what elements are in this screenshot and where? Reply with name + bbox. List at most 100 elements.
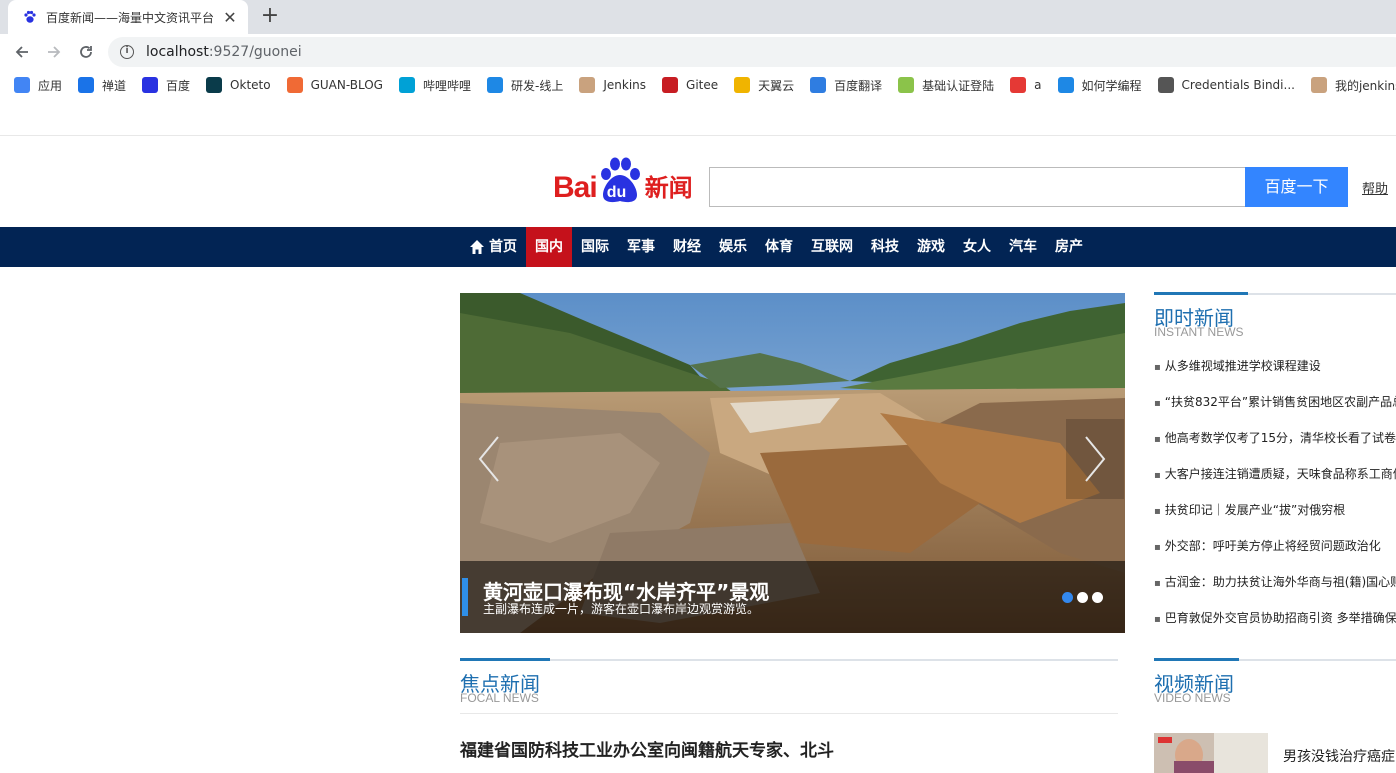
video-thumbnail[interactable] <box>1154 733 1268 773</box>
help-link[interactable]: 帮助 <box>1362 178 1388 197</box>
instant-news-item[interactable]: ▪ 巴育敦促外交官员协助招商引资 多举措确保外 <box>1154 602 1396 638</box>
nav-item[interactable]: 互联网 <box>802 227 862 267</box>
instant-news-item[interactable]: ▪ 他高考数学仅考了15分，清华校长看了试卷后 <box>1154 422 1396 458</box>
bookmark-label: 哔哩哔哩 <box>422 78 471 93</box>
nav-item-label: 国内 <box>535 239 563 255</box>
divider <box>0 135 1396 136</box>
category-nav: 首页 国内 国际 军事 财经 娱乐 体育 互联网 科技 游戏 女人 汽车 房产 <box>0 227 1396 267</box>
bookmark-item[interactable]: 百度 <box>142 77 190 94</box>
nav-item[interactable]: 汽车 <box>1000 227 1046 267</box>
jenkins-icon <box>1310 77 1327 93</box>
search-input[interactable] <box>709 167 1246 207</box>
video-news-item-title[interactable]: 男孩没钱治疗癌症 <box>1283 746 1395 766</box>
instant-news-item[interactable]: ▪ 扶贫印记｜发展产业“拔”对俄穷根 <box>1154 494 1396 530</box>
nav-item[interactable]: 财经 <box>664 227 710 267</box>
bookmark-item[interactable]: 禅道 <box>78 77 126 94</box>
bookmark-item[interactable]: 哔哩哔哩 <box>398 77 471 94</box>
bookmark-item[interactable]: a <box>1010 77 1042 93</box>
bookmark-item[interactable]: 应用 <box>14 77 62 94</box>
baidu-paw-icon <box>22 9 38 25</box>
news-carousel[interactable]: 黄河壶口瀑布现“水岸齐平”景观 主副瀑布连成一片，游客在壶口瀑布岸边观赏游览。 <box>460 293 1125 633</box>
instant-news-text: 巴育敦促外交官员协助招商引资 多举措确保外 <box>1164 611 1396 625</box>
bookmark-label: Gitee <box>686 78 719 92</box>
nav-item[interactable]: 国内 <box>526 227 572 267</box>
nav-item[interactable]: 首页 <box>460 227 526 267</box>
reload-button[interactable] <box>74 40 98 64</box>
bookmark-item[interactable]: 百度翻译 <box>810 77 882 94</box>
instant-news-item[interactable]: ▪ 大客户接连注销遭质疑，天味食品称系工商信息 <box>1154 458 1396 494</box>
jenkins-icon <box>579 77 596 93</box>
nav-item-label: 女人 <box>963 239 991 255</box>
bookmark-label: 如何学编程 <box>1081 78 1142 93</box>
bookmark-label: 禅道 <box>102 78 127 93</box>
forward-button[interactable] <box>42 40 66 64</box>
bookmark-item[interactable]: 基础认证登陆 <box>898 77 994 94</box>
nav-item-label: 娱乐 <box>719 239 747 255</box>
instant-news-text: 大客户接连注销遭质疑，天味食品称系工商信息 <box>1164 467 1396 481</box>
browser-toolbar: i localhost:9527/guonei <box>0 34 1396 70</box>
bookmark-label: a <box>1034 78 1042 92</box>
close-tab-icon[interactable]: ✕ <box>222 8 238 27</box>
instant-news-text: 外交部：呼吁美方停止将经贸问题政治化 <box>1164 539 1381 553</box>
carousel-dot[interactable] <box>1092 592 1103 603</box>
carousel-next-button[interactable] <box>1066 419 1124 499</box>
nav-item[interactable]: 体育 <box>756 227 802 267</box>
nav-item[interactable]: 女人 <box>954 227 1000 267</box>
address-bar[interactable]: i localhost:9527/guonei <box>108 37 1396 67</box>
globe-icon <box>1157 77 1174 93</box>
focal-news-subtitle: FOCAL NEWS <box>460 691 539 705</box>
nav-item[interactable]: 军事 <box>618 227 664 267</box>
bookmark-item[interactable]: Credentials Bindi... <box>1157 77 1295 93</box>
nav-item[interactable]: 房产 <box>1046 227 1092 267</box>
nav-item[interactable]: 科技 <box>862 227 908 267</box>
arrow-right-icon <box>48 46 61 58</box>
bookmark-item[interactable]: GUAN-BLOG <box>286 77 383 93</box>
section-accent <box>460 658 550 661</box>
nav-item-label: 房产 <box>1055 239 1083 255</box>
bookmark-item[interactable]: 研发-线上 <box>487 77 563 94</box>
apps-grid-icon <box>14 77 30 93</box>
zentao-icon <box>78 77 95 93</box>
bookmark-item[interactable]: 如何学编程 <box>1057 77 1142 94</box>
video-news-subtitle: VIDEO NEWS <box>1154 691 1231 705</box>
browser-tab[interactable]: 百度新闻——海量中文资讯平台 ✕ <box>8 0 248 34</box>
bookmark-item[interactable]: 我的jenkins <box>1310 77 1396 94</box>
bookmark-label: 我的jenkins <box>1334 78 1396 93</box>
focal-headline[interactable]: 福建省国防科技工业办公室向闽籍航天专家、北斗 <box>460 736 834 761</box>
instant-news-list: ▪ 从多维视域推进学校课程建设 ▪ “扶贫832平台”累计销售贫困地区农副产品总额 ▪ 他… <box>1154 350 1396 638</box>
browser-tab-strip: 百度新闻——海量中文资讯平台 ✕ + <box>0 0 1396 34</box>
baidu-paw-icon <box>142 77 159 93</box>
home-icon <box>470 240 484 254</box>
search-button[interactable]: 百度一下 <box>1245 167 1348 207</box>
carousel-dot[interactable] <box>1077 592 1088 603</box>
bullet-icon: ▪ <box>1154 506 1161 517</box>
instant-news-item[interactable]: ▪ 古润金：助力扶贫让海外华商与祖(籍)国心贴心 <box>1154 566 1396 602</box>
baidu-news-logo[interactable]: Bai du 新闻 <box>553 155 693 205</box>
new-tab-button[interactable]: + <box>258 4 282 28</box>
chevron-left-icon <box>478 436 499 482</box>
carousel-dot[interactable] <box>1062 592 1073 603</box>
bullet-icon: ▪ <box>1154 362 1161 373</box>
carousel-prev-button[interactable] <box>460 419 518 499</box>
leaf-icon <box>898 77 915 93</box>
instant-news-item[interactable]: ▪ 外交部：呼吁美方停止将经贸问题政治化 <box>1154 530 1396 566</box>
bookmark-item[interactable]: Jenkins <box>579 77 646 93</box>
baidu-paw-logo-icon: du <box>597 157 643 205</box>
nav-item[interactable]: 国际 <box>572 227 618 267</box>
bookmark-item[interactable]: Okteto <box>206 77 271 93</box>
bookmark-label: 百度翻译 <box>834 78 883 93</box>
back-button[interactable] <box>10 40 34 64</box>
nav-item[interactable]: 游戏 <box>908 227 954 267</box>
site-info-icon[interactable]: i <box>120 45 134 59</box>
instant-news-item[interactable]: ▪ 从多维视域推进学校课程建设 <box>1154 350 1396 386</box>
instant-news-item[interactable]: ▪ “扶贫832平台”累计销售贫困地区农副产品总额 <box>1154 386 1396 422</box>
carousel-subtitle: 主副瀑布连成一片，游客在壶口瀑布岸边观赏游览。 <box>483 602 760 616</box>
instant-news-text: “扶贫832平台”累计销售贫困地区农副产品总额 <box>1164 395 1396 409</box>
bookmark-item[interactable]: 天翼云 <box>734 77 794 94</box>
translate-icon <box>810 77 827 93</box>
chevron-right-icon <box>1085 436 1106 482</box>
nav-item[interactable]: 娱乐 <box>710 227 756 267</box>
logo-du-text: du <box>606 184 627 201</box>
instant-news-text: 他高考数学仅考了15分，清华校长看了试卷后 <box>1164 431 1396 445</box>
bookmark-item[interactable]: Gitee <box>662 77 718 93</box>
